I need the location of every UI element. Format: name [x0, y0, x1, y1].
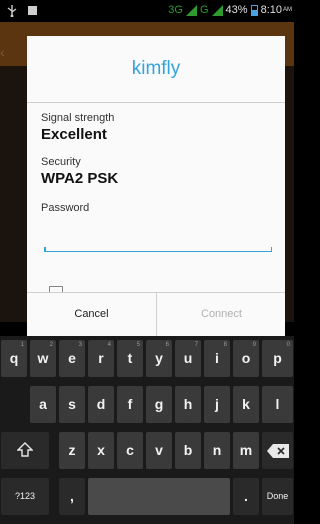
- backspace-icon: [266, 444, 289, 458]
- status-bar: 3G G 43% 8:10 AM: [0, 0, 294, 22]
- signal-strength-value: Excellent: [41, 126, 107, 143]
- usb-icon: [7, 5, 17, 17]
- cancel-button[interactable]: Cancel: [27, 293, 156, 336]
- key-t[interactable]: 5t: [117, 340, 143, 377]
- dialog-title: kimfly: [131, 58, 181, 79]
- status-right: 3G G 43% 8:10 AM: [168, 4, 292, 16]
- notification-icon: [28, 6, 37, 15]
- key-w[interactable]: 2w: [30, 340, 56, 377]
- clock-ampm: AM: [283, 7, 292, 13]
- shift-icon: [16, 442, 34, 457]
- key-p[interactable]: 0p: [262, 340, 293, 377]
- clock: 8:10: [260, 4, 282, 16]
- key-k[interactable]: k: [233, 386, 259, 423]
- symbols-key[interactable]: ?123: [1, 478, 49, 515]
- key-q[interactable]: 1q: [1, 340, 27, 377]
- comma-key[interactable]: ,: [59, 478, 85, 515]
- key-i[interactable]: 8i: [204, 340, 230, 377]
- network-type: 3G: [168, 4, 183, 16]
- password-input[interactable]: [44, 238, 272, 252]
- security-label: Security: [41, 156, 81, 168]
- key-j[interactable]: j: [204, 386, 230, 423]
- key-h[interactable]: h: [175, 386, 201, 423]
- key-s[interactable]: s: [59, 386, 85, 423]
- key-y[interactable]: 6y: [146, 340, 172, 377]
- key-x[interactable]: x: [88, 432, 114, 469]
- backspace-key[interactable]: [262, 432, 293, 469]
- key-l[interactable]: l: [262, 386, 293, 423]
- wifi-connect-dialog: kimfly Signal strength Excellent Securit…: [27, 36, 285, 336]
- battery-icon: [250, 4, 258, 16]
- battery-percent: 43%: [225, 4, 248, 16]
- back-arrow-icon: ‹: [0, 44, 5, 60]
- soft-keyboard: 1q 2w 3e 4r 5t 6y 7u 8i 9o 0p a s d f g …: [0, 336, 294, 524]
- key-m[interactable]: m: [233, 432, 259, 469]
- key-c[interactable]: c: [117, 432, 143, 469]
- key-g[interactable]: g: [146, 386, 172, 423]
- connect-button[interactable]: Connect: [157, 293, 286, 336]
- key-e[interactable]: 3e: [59, 340, 85, 377]
- key-a[interactable]: a: [30, 386, 56, 423]
- status-left: [6, 4, 37, 17]
- signal-bars-icon: [185, 4, 197, 16]
- key-n[interactable]: n: [204, 432, 230, 469]
- network-type-2: G: [199, 4, 209, 16]
- key-v[interactable]: v: [146, 432, 172, 469]
- key-o[interactable]: 9o: [233, 340, 259, 377]
- key-b[interactable]: b: [175, 432, 201, 469]
- period-key[interactable]: .: [233, 478, 259, 515]
- key-u[interactable]: 7u: [175, 340, 201, 377]
- dialog-button-row: Cancel Connect: [27, 292, 285, 336]
- password-label: Password: [41, 202, 90, 214]
- key-d[interactable]: d: [88, 386, 114, 423]
- key-r[interactable]: 4r: [88, 340, 114, 377]
- key-f[interactable]: f: [117, 386, 143, 423]
- signal-bars-2-icon: [211, 4, 223, 16]
- shift-key[interactable]: [1, 432, 49, 469]
- done-key[interactable]: Done: [262, 478, 293, 515]
- key-z[interactable]: z: [59, 432, 85, 469]
- title-divider: [27, 102, 285, 103]
- signal-strength-label: Signal strength: [41, 112, 115, 124]
- security-value: WPA2 PSK: [41, 170, 119, 187]
- space-bar[interactable]: [88, 478, 230, 515]
